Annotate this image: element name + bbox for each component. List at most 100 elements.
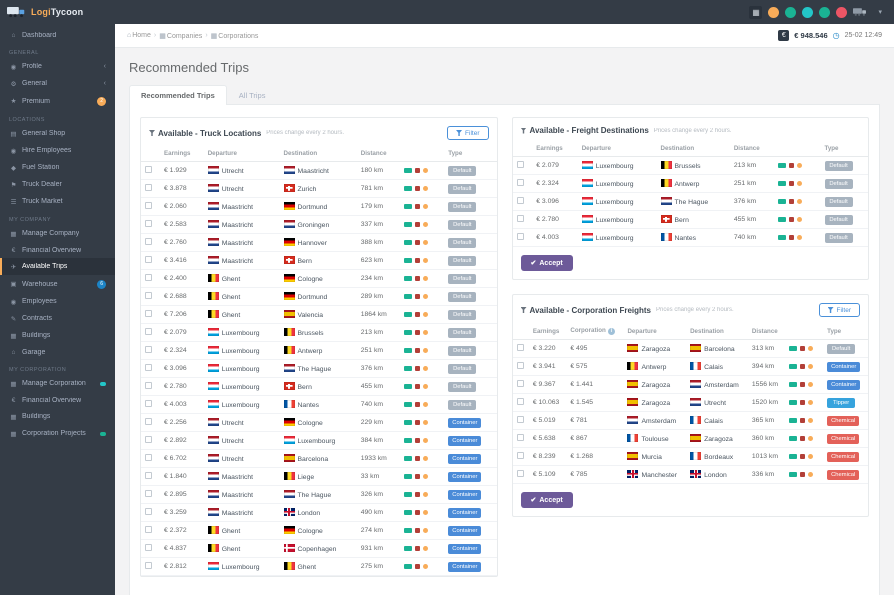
row-checkbox[interactable] (516, 362, 524, 369)
row-checkbox[interactable] (516, 452, 524, 459)
notification-green2-icon[interactable] (819, 6, 831, 18)
row-checkbox[interactable] (516, 416, 524, 423)
row-checkbox[interactable] (145, 436, 152, 443)
table-row[interactable]: € 2.256 Utrecht Cologne 229 km Container (141, 413, 497, 432)
table-row[interactable]: € 6.702 Utrecht Barcelona 1933 km Container (141, 449, 497, 468)
table-row[interactable]: € 2.895 Maastricht The Hague 326 km Containe… (141, 485, 497, 504)
sidebar-item-financial-overview[interactable]: € Financial Overview (0, 242, 115, 258)
row-checkbox[interactable] (516, 161, 524, 168)
row-checkbox[interactable] (516, 398, 524, 405)
tab-all-trips[interactable]: All Trips (227, 85, 278, 105)
table-row[interactable]: € 3.096 Luxembourg The Hague 376 km Default (512, 192, 868, 211)
notification-teal-icon[interactable] (802, 6, 814, 18)
row-checkbox[interactable] (145, 220, 152, 227)
row-checkbox[interactable] (145, 256, 152, 263)
table-row[interactable]: € 10.063 € 1.545 Zaragoza Utrecht 1520 km Tip… (512, 393, 868, 412)
table-row[interactable]: € 2.688 Ghent Dortmund 289 km Default (141, 287, 497, 306)
row-checkbox[interactable] (145, 184, 152, 191)
row-checkbox[interactable] (145, 508, 152, 515)
table-row[interactable]: € 2.079 Luxembourg Brussels 213 km Default (141, 323, 497, 342)
sidebar-item-truck-dealer[interactable]: ⚑ Truck Dealer (0, 176, 115, 193)
row-checkbox[interactable] (145, 346, 152, 353)
sidebar-item-premium[interactable]: ★ Premium 2 (0, 92, 115, 110)
app-logo[interactable]: LogiTycoon (0, 6, 115, 18)
row-checkbox[interactable] (145, 490, 152, 497)
sidebar-item-corporation-projects[interactable]: ▦ Corporation Projects (0, 425, 115, 442)
table-row[interactable]: € 2.079 Luxembourg Brussels 213 km Default (512, 156, 868, 175)
chevron-down-icon[interactable]: ▾ (878, 8, 882, 16)
row-checkbox[interactable] (145, 562, 152, 569)
table-row[interactable]: € 5.109 € 785 Manchester London 336 km Chemic… (512, 465, 868, 484)
table-row[interactable]: € 2.780 Luxembourg Bern 455 km Default (141, 377, 497, 396)
sidebar-item-manage-corporation[interactable]: ▦ Manage Corporation (0, 375, 115, 392)
sidebar-item-general[interactable]: ⚙ General ‹ (0, 75, 115, 92)
sidebar-item-financial-overview[interactable]: € Financial Overview (0, 392, 115, 408)
sidebar-item-buildings[interactable]: ▦ Buildings (0, 408, 115, 425)
row-checkbox[interactable] (145, 364, 152, 371)
row-checkbox[interactable] (145, 274, 152, 281)
table-row[interactable]: € 2.892 Utrecht Luxembourg 384 km Container (141, 431, 497, 450)
sidebar-item-dashboard[interactable]: ⌂ Dashboard (0, 27, 115, 43)
table-row[interactable]: € 2.324 Luxembourg Antwerp 251 km Default (512, 174, 868, 193)
breadcrumb-item[interactable]: ⌂Home (127, 32, 151, 39)
sidebar-item-available-trips[interactable]: ✈ Available Trips (0, 258, 115, 275)
table-row[interactable]: € 3.220 € 495 Zaragoza Barcelona 313 km Defau… (512, 339, 868, 358)
table-row[interactable]: € 3.878 Utrecht Zurich 781 km Default (141, 179, 497, 198)
sidebar-item-truck-market[interactable]: ☰ Truck Market (0, 193, 115, 210)
notification-orange-icon[interactable] (768, 6, 780, 18)
table-row[interactable]: € 3.096 Luxembourg The Hague 376 km Default (141, 359, 497, 378)
table-row[interactable]: € 3.259 Maastricht London 490 km Container (141, 503, 497, 522)
row-checkbox[interactable] (145, 400, 152, 407)
sidebar-item-manage-company[interactable]: ▦ Manage Company (0, 225, 115, 242)
filter-button[interactable]: Filter (447, 126, 489, 140)
sidebar-item-buildings[interactable]: ▦ Buildings (0, 327, 115, 344)
vehicle-icon[interactable] (853, 7, 868, 17)
table-row[interactable]: € 2.583 Maastricht Groningen 337 km Default (141, 215, 497, 234)
table-row[interactable]: € 2.060 Maastricht Dortmund 179 km Default (141, 197, 497, 216)
table-row[interactable]: € 1.840 Maastricht Liege 33 km Container (141, 467, 497, 486)
table-row[interactable]: € 2.372 Ghent Cologne 274 km Container (141, 521, 497, 540)
row-checkbox[interactable] (145, 292, 152, 299)
sidebar-item-garage[interactable]: ⌂ Garage (0, 344, 115, 360)
table-row[interactable]: € 2.400 Ghent Cologne 234 km Default (141, 269, 497, 288)
row-checkbox[interactable] (516, 233, 524, 240)
accept-button[interactable]: ✔ Accept (520, 492, 573, 508)
tab-recommended-trips[interactable]: Recommended Trips (129, 85, 227, 105)
row-checkbox[interactable] (145, 472, 152, 479)
sidebar-item-profile[interactable]: ◉ Profile ‹ (0, 58, 115, 75)
apps-icon[interactable]: ▦ (749, 5, 763, 19)
notification-green-icon[interactable] (785, 6, 797, 18)
info-icon[interactable]: i (607, 328, 615, 335)
row-checkbox[interactable] (145, 526, 152, 533)
row-checkbox[interactable] (145, 166, 152, 173)
table-row[interactable]: € 2.324 Luxembourg Antwerp 251 km Default (141, 341, 497, 360)
table-row[interactable]: € 3.416 Maastricht Bern 623 km Default (141, 251, 497, 270)
table-row[interactable]: € 2.780 Luxembourg Bern 455 km Default (512, 210, 868, 229)
row-checkbox[interactable] (145, 202, 152, 209)
table-row[interactable]: € 9.367 € 1.441 Zaragoza Amsterdam 1556 km Co… (512, 375, 868, 394)
row-checkbox[interactable] (516, 434, 524, 441)
row-checkbox[interactable] (145, 454, 152, 461)
table-row[interactable]: € 4.003 Luxembourg Nantes 740 km Default (512, 228, 868, 247)
row-checkbox[interactable] (145, 382, 152, 389)
row-checkbox[interactable] (516, 380, 524, 387)
sidebar-item-warehouse[interactable]: ▣ Warehouse 6 (0, 275, 115, 293)
sidebar-item-employees[interactable]: ◉ Employees (0, 293, 115, 310)
row-checkbox[interactable] (516, 179, 524, 186)
row-checkbox[interactable] (145, 310, 152, 317)
row-checkbox[interactable] (516, 197, 524, 204)
sidebar-item-general-shop[interactable]: ▤ General Shop (0, 125, 115, 142)
table-row[interactable]: € 5.019 € 781 Amsterdam Calais 365 km Chemica… (512, 411, 868, 430)
row-checkbox[interactable] (516, 470, 524, 477)
sidebar-item-hire-employees[interactable]: ◉ Hire Employees (0, 142, 115, 159)
table-row[interactable]: € 5.638 € 867 Toulouse Zaragoza 360 km Chemic… (512, 429, 868, 448)
row-checkbox[interactable] (145, 544, 152, 551)
table-row[interactable]: € 2.760 Maastricht Hannover 388 km Default (141, 233, 497, 252)
row-checkbox[interactable] (145, 328, 152, 335)
table-row[interactable]: € 4.837 Ghent Copenhagen 931 km Container (141, 539, 497, 558)
table-row[interactable]: € 3.941 € 575 Antwerp Calais 394 km Container (512, 357, 868, 376)
breadcrumb-item[interactable]: ▦Companies (159, 32, 202, 40)
table-row[interactable]: € 2.812 Luxembourg Ghent 275 km Container (141, 557, 497, 576)
accept-button[interactable]: ✔ Accept (520, 255, 573, 271)
sidebar-item-contracts[interactable]: ✎ Contracts (0, 310, 115, 327)
